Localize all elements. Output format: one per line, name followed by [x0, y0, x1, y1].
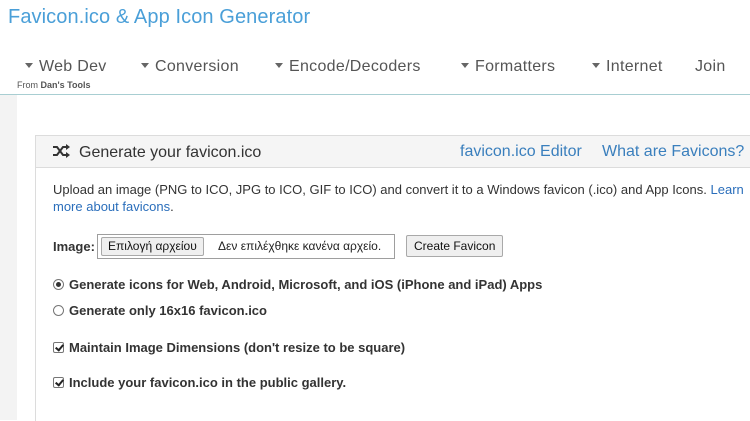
what-are-favicons-link[interactable]: What are Favicons? [602, 143, 744, 161]
caret-down-icon [25, 63, 33, 68]
radio-unselected[interactable] [53, 305, 64, 316]
option-label: Generate icons for Web, Android, Microso… [69, 277, 543, 292]
nav-divider [0, 94, 750, 95]
panel-header: Generate your favicon.ico favicon.ico Ed… [36, 136, 750, 168]
nav-label: Web Dev [39, 58, 107, 75]
option-label: Include your favicon.ico in the public g… [69, 375, 347, 390]
caret-down-icon [461, 63, 469, 68]
favicon-editor-link[interactable]: favicon.ico Editor [460, 143, 582, 161]
file-status: Δεν επιλέχθηκε κανένα αρχείο. [218, 239, 382, 253]
choose-file-button[interactable]: Επιλογή αρχείου [101, 237, 204, 256]
main-nav: Web Dev Conversion Encode/Decoders Forma… [0, 58, 750, 82]
description: Upload an image (PNG to ICO, JPG to ICO,… [53, 182, 744, 214]
checkbox-checked[interactable] [53, 377, 64, 388]
caret-down-icon [141, 63, 149, 68]
site-title[interactable]: Favicon.ico & App Icon Generator [8, 6, 310, 29]
nav-label: Internet [606, 58, 663, 75]
caret-down-icon [592, 63, 600, 68]
option-label: Maintain Image Dimensions (don't resize … [69, 340, 406, 355]
option-public-gallery[interactable]: Include your favicon.ico in the public g… [53, 375, 346, 390]
nav-internet[interactable]: Internet [592, 58, 663, 76]
checkbox-checked[interactable] [53, 342, 64, 353]
from-dans-tools[interactable]: From Dan's Tools [17, 80, 90, 90]
nav-join[interactable]: Join [695, 58, 726, 76]
nav-label: Join [695, 58, 726, 75]
nav-label: Conversion [155, 58, 239, 75]
nav-label: Encode/Decoders [289, 58, 421, 75]
from-brand: Dan's Tools [40, 80, 91, 90]
option-label: Generate only 16x16 favicon.ico [69, 303, 267, 318]
shuffle-icon [53, 144, 70, 158]
caret-down-icon [275, 63, 283, 68]
nav-conversion[interactable]: Conversion [141, 58, 239, 76]
nav-label: Formatters [475, 58, 556, 75]
description-text: Upload an image (PNG to ICO, JPG to ICO,… [53, 182, 707, 197]
nav-web-dev[interactable]: Web Dev [25, 58, 107, 76]
radio-selected[interactable] [53, 279, 64, 290]
create-favicon-button[interactable]: Create Favicon [406, 235, 504, 257]
option-all-platforms[interactable]: Generate icons for Web, Android, Microso… [53, 277, 542, 292]
favicon-panel: Generate your favicon.ico favicon.ico Ed… [35, 135, 750, 421]
from-prefix: From [17, 80, 41, 90]
option-16x16-only[interactable]: Generate only 16x16 favicon.ico [53, 303, 267, 318]
file-input[interactable]: Επιλογή αρχείου Δεν επιλέχθηκε κανένα αρ… [97, 234, 395, 259]
left-gutter [0, 95, 17, 420]
image-label: Image: [53, 239, 95, 254]
panel-title: Generate your favicon.ico [79, 144, 262, 161]
nav-formatters[interactable]: Formatters [461, 58, 555, 76]
nav-encode-decoders[interactable]: Encode/Decoders [275, 58, 421, 76]
option-maintain-dimensions[interactable]: Maintain Image Dimensions (don't resize … [53, 340, 405, 355]
